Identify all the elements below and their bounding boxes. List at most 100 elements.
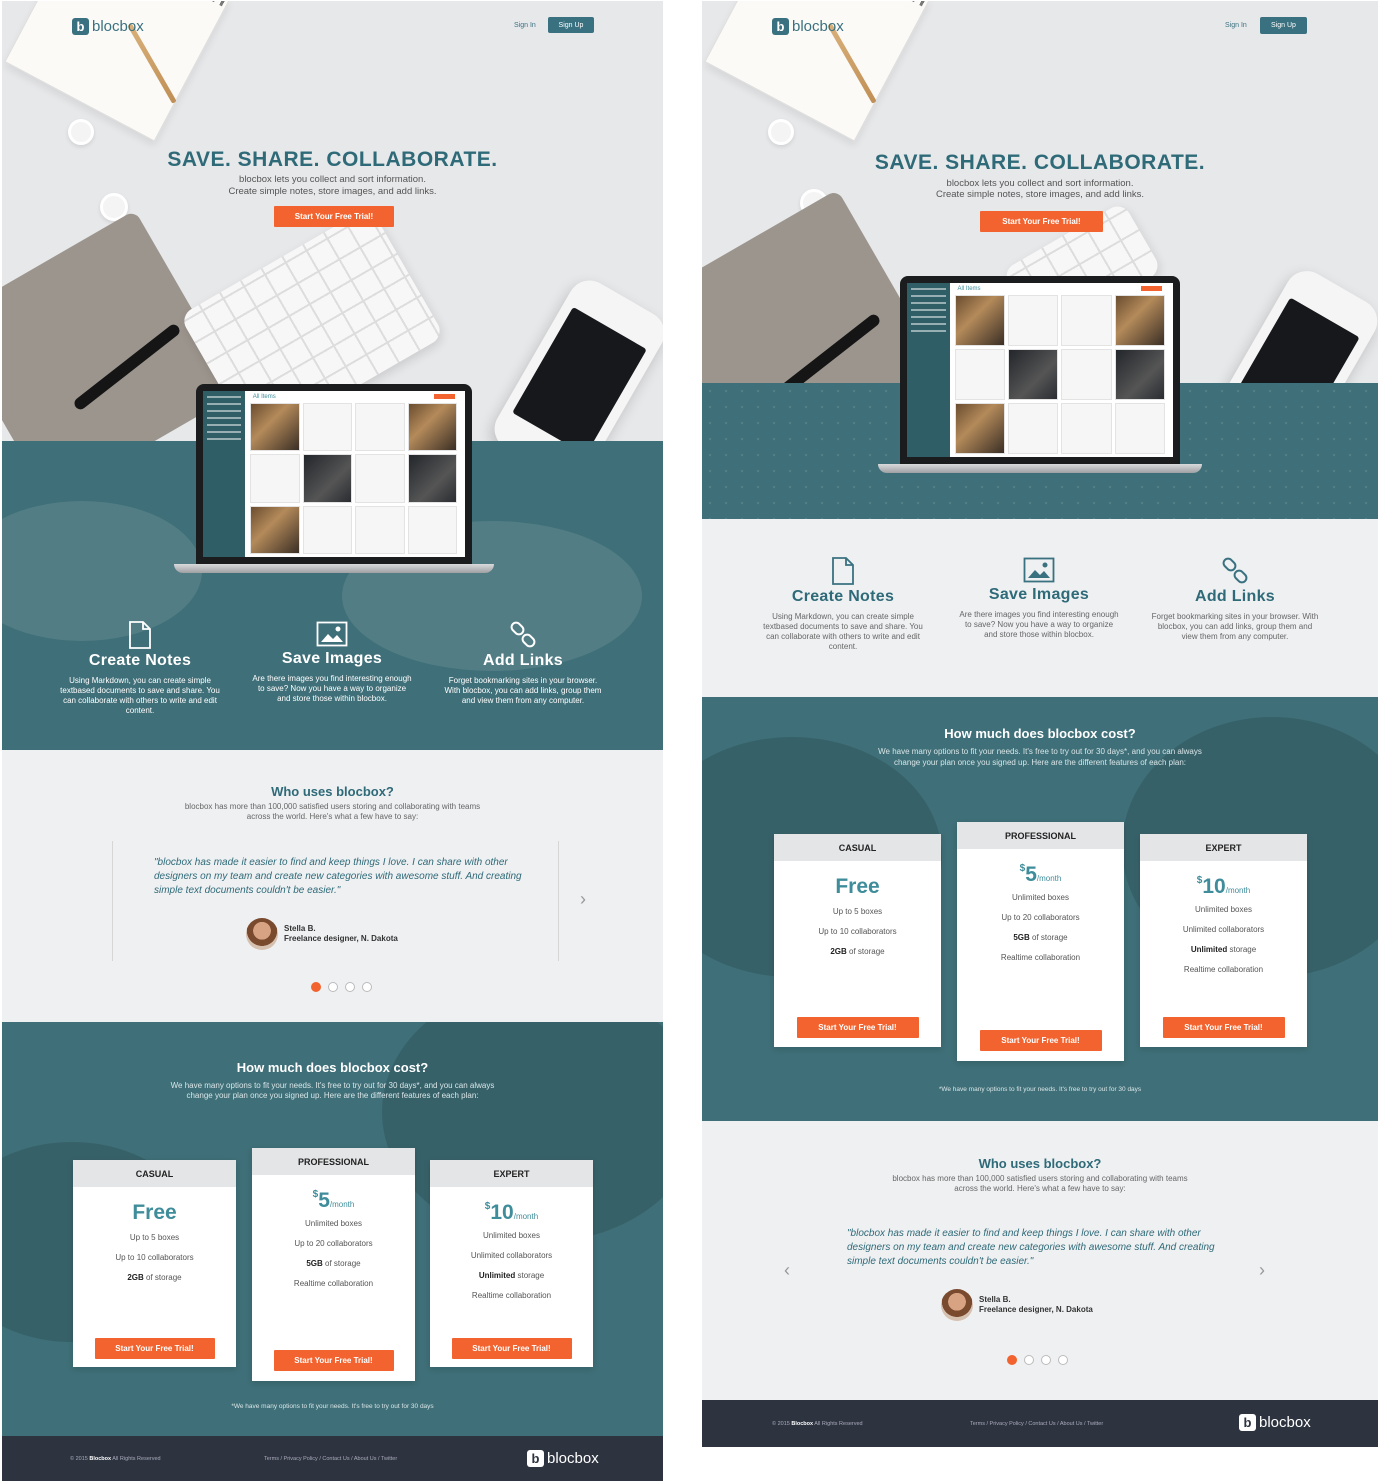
app-preview-title: All Items (957, 286, 981, 292)
mockup-layout-a: b blocbox Sign In Sign Up SAVE. SHARE. CO… (2, 1, 663, 1481)
plan-cta-button[interactable]: Start Your Free Trial! (94, 1338, 215, 1359)
sign-in-link[interactable]: Sign In (514, 22, 536, 29)
phone-decoration (486, 272, 663, 442)
carousel-dots (1007, 1355, 1068, 1365)
carousel-dot[interactable] (362, 982, 372, 992)
feature-title: Add Links (1194, 588, 1276, 605)
footer-links[interactable]: Terms / Privacy Policy / Contact Us / Ab… (970, 1421, 1103, 1427)
hero-subtitle-1: blocbox lets you collect and sort inform… (239, 174, 426, 185)
plan-feature: Unlimited collaborators (1182, 925, 1265, 934)
plan-feature: 2GB of storage (127, 1273, 182, 1282)
carousel-divider (558, 841, 559, 961)
pricing-section: How much does blocbox cost? We have many… (2, 1022, 663, 1436)
hero-cta-button[interactable]: Start Your Free Trial! (274, 206, 394, 227)
plan-card-professional: PROFESSIONAL $5/month Unlimited boxes Up… (252, 1148, 415, 1381)
testimonials-subtitle-2: across the world. Here's what a few have… (246, 812, 419, 821)
plan-name: PROFESSIONAL (957, 822, 1124, 849)
carousel-dot[interactable] (1007, 1355, 1017, 1365)
feature-save-images: Save Images Are there images you find in… (958, 557, 1120, 640)
plan-feature: Up to 5 boxes (129, 1233, 180, 1242)
footer: © 2015 Blocbox All Rights Reserved Terms… (2, 1436, 663, 1481)
feature-add-links: Add Links Forget bookmarking sites in yo… (1150, 557, 1320, 642)
plan-cta-button[interactable]: Start Your Free Trial! (451, 1338, 572, 1359)
pricing-title: How much does blocbox cost? (944, 726, 1136, 741)
plan-name: PROFESSIONAL (252, 1148, 415, 1175)
plan-price: $10/month (1196, 875, 1251, 898)
hero-cta-button[interactable]: Start Your Free Trial! (980, 211, 1103, 232)
feature-text: Using Markdown, you can create simple te… (60, 676, 220, 715)
carousel-dot[interactable] (1041, 1355, 1051, 1365)
carousel-prev-chevron-icon[interactable]: ‹ (784, 1260, 790, 1281)
plan-name: CASUAL (774, 834, 941, 861)
plan-feature: Unlimited boxes (483, 1231, 540, 1240)
pricing-subtitle-1: We have many options to fit your needs. … (878, 747, 1202, 756)
feature-create-notes: Create Notes Using Markdown, you can cre… (60, 621, 220, 716)
testimonials-subtitle-1: blocbox has more than 100,000 satisfied … (184, 802, 481, 811)
footer-copyright: © 2015 Blocbox All Rights Reserved (772, 1421, 863, 1427)
testimonials-subtitle-1: blocbox has more than 100,000 satisfied … (892, 1174, 1188, 1183)
phone-decoration (1208, 263, 1378, 386)
testimonials-section: Who uses blocbox? blocbox has more than … (702, 1156, 1378, 1194)
image-icon (316, 621, 348, 647)
hero-headline: SAVE. SHARE. COLLABORATE. (167, 148, 498, 171)
footer-links[interactable]: Terms / Privacy Policy / Contact Us / Ab… (264, 1456, 397, 1462)
feature-save-images: Save Images Are there images you find in… (252, 621, 412, 704)
plan-feature: Up to 10 collaborators (818, 927, 897, 936)
logo-mark-icon: b (1239, 1414, 1256, 1431)
plan-cta-button[interactable]: Start Your Free Trial! (979, 1030, 1102, 1051)
plan-feature: Realtime collaboration (293, 1279, 374, 1288)
feature-text: Forget bookmarking sites in your browser… (1151, 612, 1319, 641)
brand-name: blocbox (792, 18, 844, 35)
pricing-title: How much does blocbox cost? (236, 1060, 429, 1075)
sign-in-link[interactable]: Sign In (1225, 22, 1247, 29)
sign-up-button[interactable]: Sign Up (548, 17, 594, 33)
brand-name: blocbox (92, 18, 144, 35)
plan-cta-button[interactable]: Start Your Free Trial! (1162, 1017, 1285, 1038)
link-icon (1222, 557, 1248, 584)
document-icon (832, 557, 854, 585)
plan-cta-button[interactable]: Start Your Free Trial! (273, 1350, 394, 1371)
footer-logo[interactable]: b blocbox (1239, 1414, 1311, 1431)
footer-logo[interactable]: b blocbox (527, 1450, 599, 1467)
logo-mark-icon: b (72, 18, 89, 35)
plan-cta-button[interactable]: Start Your Free Trial! (796, 1017, 919, 1038)
brand-logo[interactable]: b blocbox (72, 18, 144, 35)
hero-subtitle-2: Create simple notes, store images, and a… (228, 186, 437, 197)
carousel-dot[interactable] (1058, 1355, 1068, 1365)
carousel-next-chevron-icon[interactable]: › (1259, 1260, 1265, 1281)
plan-feature: Up to 5 boxes (832, 907, 883, 916)
plan-feature: Realtime collaboration (471, 1291, 552, 1300)
brand-name: blocbox (1259, 1414, 1311, 1431)
pricing-subtitle-2: change your plan once you signed up. Her… (186, 1091, 479, 1100)
carousel-dot[interactable] (345, 982, 355, 992)
carousel-dot[interactable] (328, 982, 338, 992)
plan-card-expert: EXPERT $10/month Unlimited boxes Unlimit… (1140, 834, 1307, 1047)
plan-name: EXPERT (1140, 834, 1307, 861)
pricing-section: How much does blocbox cost? We have many… (702, 697, 1378, 1121)
laptop-app-preview: All Items (173, 384, 495, 573)
earbud-decoration (768, 119, 794, 145)
feature-create-notes: Create Notes Using Markdown, you can cre… (762, 557, 924, 652)
pricing-subtitle-1: We have many options to fit your needs. … (170, 1081, 495, 1090)
mockup-layout-b: b blocbox Sign In Sign Up SAVE. SHARE. CO… (702, 1, 1378, 1447)
image-icon (1023, 557, 1055, 583)
plan-feature: Unlimited collaborators (470, 1251, 553, 1260)
earbud-decoration (68, 119, 94, 145)
sign-up-button[interactable]: Sign Up (1260, 17, 1307, 34)
feature-title: Create Notes (791, 588, 895, 605)
plan-feature: Unlimited storage (478, 1271, 545, 1280)
carousel-dot[interactable] (1024, 1355, 1034, 1365)
footer-copyright: © 2015 Blocbox All Rights Reserved (70, 1456, 161, 1462)
plan-card-casual: CASUAL Free Up to 5 boxes Up to 10 colla… (73, 1160, 236, 1367)
carousel-next-chevron-icon[interactable]: › (580, 889, 586, 910)
plan-feature: Up to 20 collaborators (294, 1239, 373, 1248)
carousel-dot[interactable] (311, 982, 321, 992)
plan-name: EXPERT (430, 1160, 593, 1187)
brand-logo[interactable]: b blocbox (772, 18, 844, 35)
hero-subtitle-2: Create simple notes, store images, and a… (935, 189, 1145, 200)
avatar (246, 918, 278, 950)
plan-feature: Realtime collaboration (1183, 965, 1264, 974)
feature-title: Add Links (482, 652, 564, 669)
plan-price: $10/month (484, 1201, 539, 1224)
testimonial-quote: "blocbox has made it easier to find and … (154, 857, 522, 896)
